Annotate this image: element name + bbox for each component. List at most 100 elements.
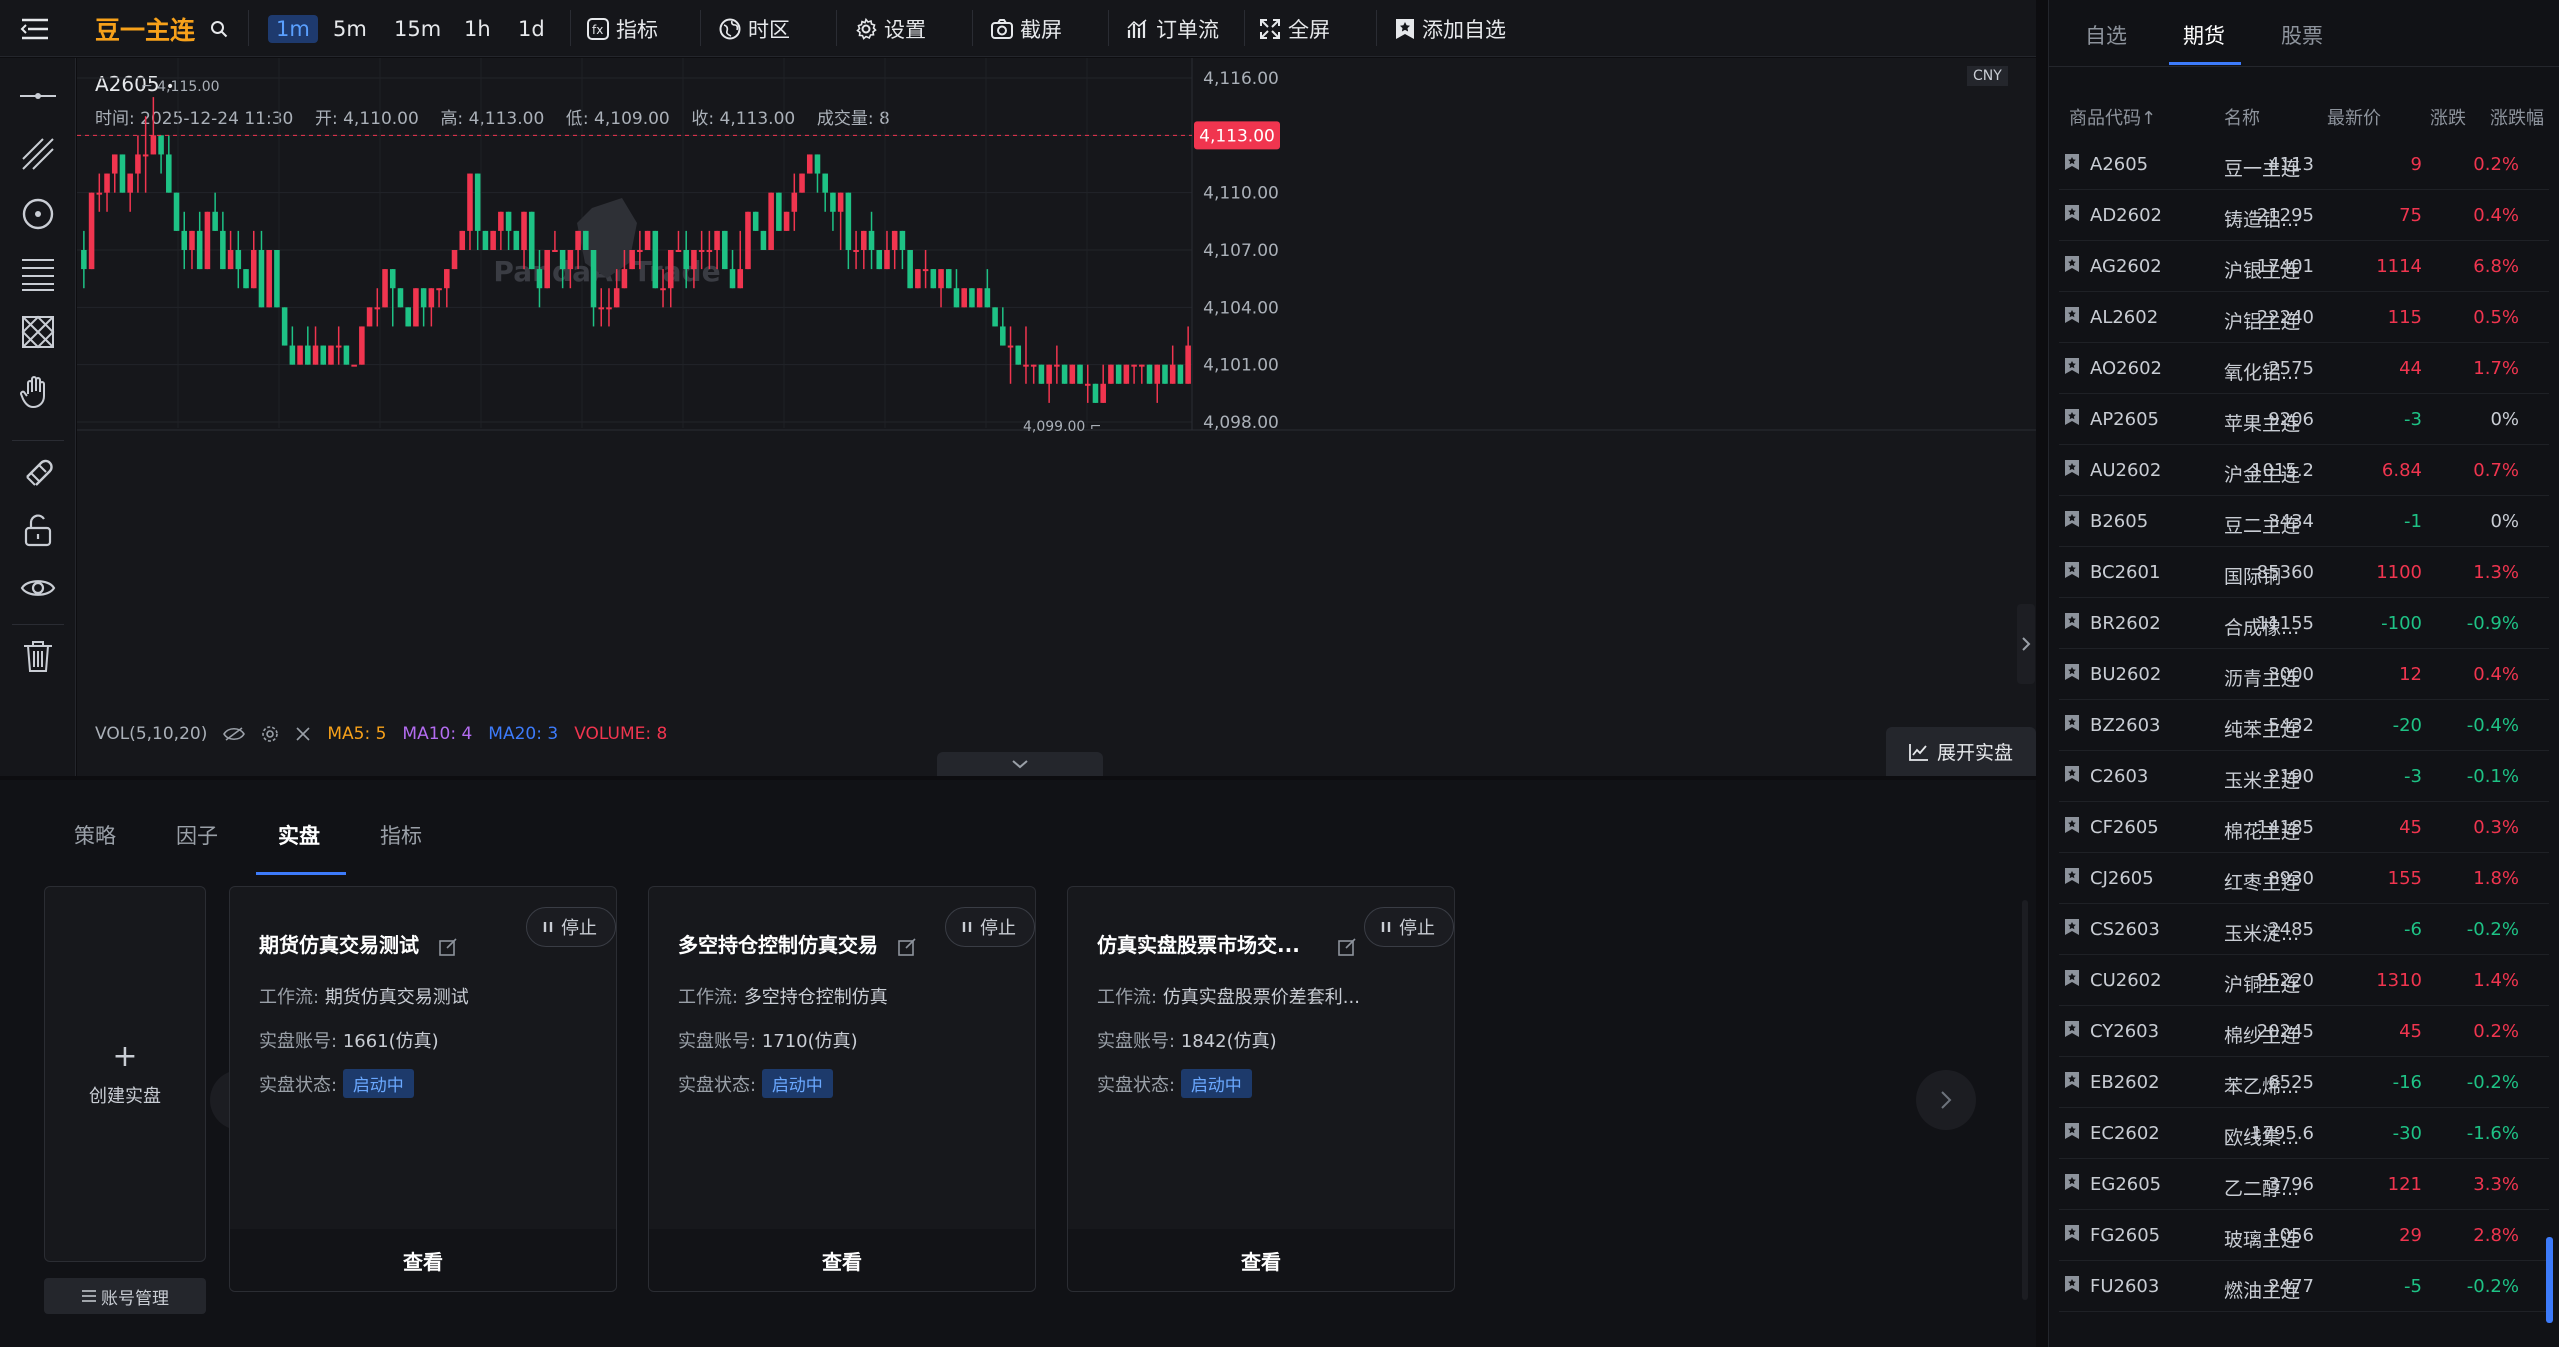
quote-row[interactable]: AU2602 沪金主连 1015.2 6.84 0.7% <box>2059 445 2549 496</box>
stop-button[interactable]: 停止 <box>945 907 1035 947</box>
col-change-pct[interactable]: 涨跌幅 <box>2490 104 2544 130</box>
stop-button[interactable]: 停止 <box>1364 907 1454 947</box>
bookmark-icon[interactable] <box>2064 918 2080 941</box>
bookmark-icon[interactable] <box>2064 714 2080 737</box>
view-button[interactable]: 查看 <box>230 1229 616 1291</box>
bookmark-icon[interactable] <box>2064 1122 2080 1145</box>
quote-row[interactable]: FU2603 燃油主连 2477 -5 -0.2% <box>2059 1261 2549 1312</box>
bookmark-icon[interactable] <box>2064 306 2080 329</box>
bottom-scrollbar[interactable] <box>2022 900 2028 1300</box>
quote-row[interactable]: AP2605 苹果主连 9206 -3 0% <box>2059 394 2549 445</box>
quote-row[interactable]: C2603 玉米主连 2190 -3 -0.1% <box>2059 751 2549 802</box>
col-change[interactable]: 涨跌 <box>2430 104 2466 130</box>
quote-row[interactable]: CY2603 棉纱主连 20245 45 0.2% <box>2059 1006 2549 1057</box>
timeframe-15m[interactable]: 15m <box>386 0 449 57</box>
bookmark-icon[interactable] <box>2064 1224 2080 1247</box>
circle-tool-icon[interactable] <box>18 194 58 234</box>
bookmark-icon[interactable] <box>2064 204 2080 227</box>
settings-button[interactable]: 设置 <box>854 0 926 57</box>
candlestick-chart[interactable]: A2605 • 时间: 2025-12-24 11:30 开: 4,110.00… <box>77 58 2036 776</box>
tab-futures[interactable]: 期货 <box>2183 20 2225 50</box>
bookmark-icon[interactable] <box>2064 816 2080 839</box>
bookmark-icon[interactable] <box>2064 153 2080 176</box>
gear-icon[interactable] <box>261 725 279 743</box>
quote-row[interactable]: CF2605 棉花主连 14185 45 0.3% <box>2059 802 2549 853</box>
tab-factor[interactable]: 因子 <box>176 820 218 850</box>
col-code[interactable]: 商品代码↑ <box>2069 104 2156 130</box>
quote-row[interactable]: CS2603 玉米淀... 2485 -6 -0.2% <box>2059 904 2549 955</box>
magnet-icon[interactable] <box>18 452 58 492</box>
live-card-1[interactable]: 期货仿真交易测试 停止 工作流: 期货仿真交易测试 实盘账号: 1661(仿真)… <box>229 886 617 1292</box>
quote-row[interactable]: B2605 豆二主连 3434 -1 0% <box>2059 496 2549 547</box>
bookmark-icon[interactable] <box>2064 459 2080 482</box>
quote-row[interactable]: BU2602 沥青主连 3000 12 0.4% <box>2059 649 2549 700</box>
add-watchlist-button[interactable]: 添加自选 <box>1394 0 1506 57</box>
search-icon[interactable] <box>210 0 228 57</box>
col-last[interactable]: 最新价 <box>2327 104 2381 130</box>
quote-row[interactable]: AO2602 氧化铝... 2575 44 1.7% <box>2059 343 2549 394</box>
trend-line-icon[interactable] <box>18 134 58 174</box>
account-management-button[interactable]: 账号管理 <box>44 1278 206 1314</box>
collapse-panel-handle[interactable] <box>937 752 1103 776</box>
timeframe-1m[interactable]: 1m <box>268 0 318 57</box>
bookmark-icon[interactable] <box>2064 1275 2080 1298</box>
live-card-2[interactable]: 多空持仓控制仿真交易 停止 工作流: 多空持仓控制仿真 实盘账号: 1710(仿… <box>648 886 1036 1292</box>
live-card-3[interactable]: 仿真实盘股票市场交... 停止 工作流: 仿真实盘股票价差套利... 实盘账号:… <box>1067 886 1455 1292</box>
trash-icon[interactable] <box>18 636 58 676</box>
quote-scrollbar[interactable] <box>2546 1237 2553 1323</box>
orderflow-button[interactable]: 订单流 <box>1126 0 1219 57</box>
fullscreen-button[interactable]: 全屏 <box>1258 0 1330 57</box>
bookmark-icon[interactable] <box>2064 969 2080 992</box>
lock-icon[interactable] <box>18 510 58 550</box>
view-button[interactable]: 查看 <box>1068 1229 1454 1291</box>
bookmark-icon[interactable] <box>2064 612 2080 635</box>
quote-row[interactable]: EB2602 苯乙烯... 6525 -16 -0.2% <box>2059 1057 2549 1108</box>
eye-icon[interactable] <box>18 568 58 608</box>
bookmark-icon[interactable] <box>2064 663 2080 686</box>
quote-row[interactable]: CU2602 沪铜主连 95220 1310 1.4% <box>2059 955 2549 1006</box>
bookmark-icon[interactable] <box>2064 765 2080 788</box>
expand-live-button[interactable]: 展开实盘 <box>1886 727 2036 776</box>
edit-icon[interactable] <box>897 937 917 957</box>
bookmark-icon[interactable] <box>2064 408 2080 431</box>
quote-row[interactable]: AG2602 沪银主连 17401 1114 6.8% <box>2059 241 2549 292</box>
menu-icon[interactable] <box>20 0 50 57</box>
quote-row[interactable]: AD2602 铸造铝... 21295 75 0.4% <box>2059 190 2549 241</box>
bookmark-icon[interactable] <box>2064 1071 2080 1094</box>
view-button[interactable]: 查看 <box>649 1229 1035 1291</box>
tab-watchlist[interactable]: 自选 <box>2085 20 2127 50</box>
bookmark-icon[interactable] <box>2064 867 2080 890</box>
bookmark-icon[interactable] <box>2064 357 2080 380</box>
quote-row[interactable]: BR2602 合成橡... 11155 -100 -0.9% <box>2059 598 2549 649</box>
quote-row[interactable]: EC2602 欧线集... 1795.6 -30 -1.6% <box>2059 1108 2549 1159</box>
quote-row[interactable]: AL2602 沪铝主连 22240 115 0.5% <box>2059 292 2549 343</box>
hand-pan-icon[interactable] <box>18 372 58 412</box>
tab-stocks[interactable]: 股票 <box>2281 20 2323 50</box>
fibonacci-icon[interactable] <box>18 254 58 294</box>
create-live-card[interactable]: + 创建实盘 <box>44 886 206 1262</box>
quote-row[interactable]: A2605 豆一主连 4113 9 0.2% <box>2059 139 2549 190</box>
quote-row[interactable]: BC2601 国际铜 85360 1100 1.3% <box>2059 547 2549 598</box>
hide-eye-icon[interactable] <box>223 726 246 742</box>
carousel-next-button[interactable] <box>1916 1070 1976 1130</box>
tab-strategy[interactable]: 策略 <box>74 820 116 850</box>
quote-row[interactable]: CJ2605 红枣主连 8930 155 1.8% <box>2059 853 2549 904</box>
tab-live[interactable]: 实盘 <box>278 820 320 850</box>
bookmark-icon[interactable] <box>2064 510 2080 533</box>
stop-button[interactable]: 停止 <box>526 907 616 947</box>
quote-row[interactable]: BZ2603 纯苯主连 5432 -20 -0.4% <box>2059 700 2549 751</box>
tab-indicator[interactable]: 指标 <box>380 820 422 850</box>
timeframe-1h[interactable]: 1h <box>456 0 499 57</box>
quote-row[interactable]: EG2605 乙二醇... 3796 121 3.3% <box>2059 1159 2549 1210</box>
screenshot-button[interactable]: 截屏 <box>990 0 1062 57</box>
timeframe-5m[interactable]: 5m <box>325 0 375 57</box>
bookmark-icon[interactable] <box>2064 1020 2080 1043</box>
quote-row[interactable]: FG2605 玻璃主连 1056 29 2.8% <box>2059 1210 2549 1261</box>
bookmark-icon[interactable] <box>2064 561 2080 584</box>
pattern-tool-icon[interactable] <box>18 312 58 352</box>
symbol-name[interactable]: 豆一主连 <box>95 0 195 57</box>
horizontal-line-icon[interactable] <box>18 76 58 116</box>
bookmark-icon[interactable] <box>2064 1173 2080 1196</box>
edit-icon[interactable] <box>1337 937 1357 957</box>
timezone-button[interactable]: 时区 <box>718 0 790 57</box>
